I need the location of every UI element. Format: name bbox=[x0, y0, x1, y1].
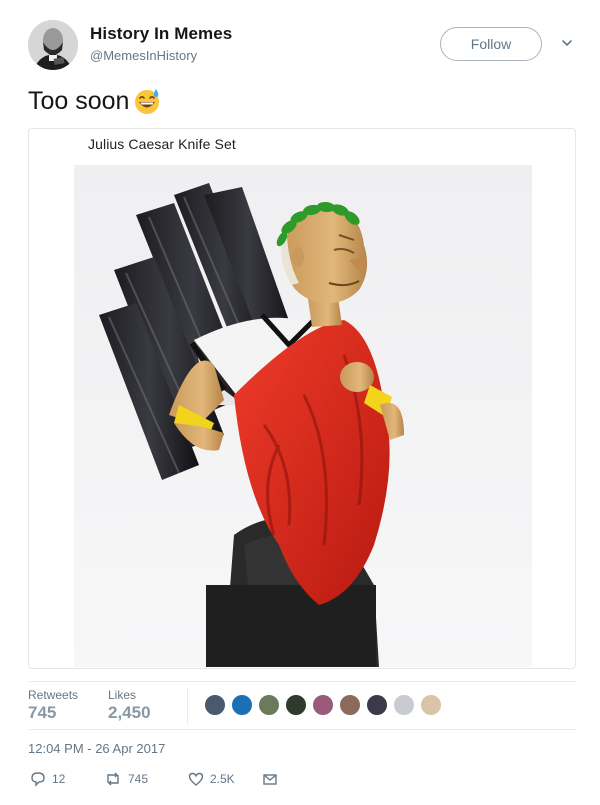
direct-message-button[interactable] bbox=[262, 771, 278, 787]
tweet-text-content: Too soon bbox=[28, 86, 130, 115]
likes-count[interactable]: 2,450 bbox=[108, 703, 151, 723]
retweet-count: 745 bbox=[128, 772, 149, 786]
caesar-knife-block-figure bbox=[74, 165, 532, 667]
liker-avatar[interactable] bbox=[258, 694, 280, 716]
retweet-button[interactable]: 745 bbox=[104, 771, 148, 787]
author-avatar[interactable] bbox=[28, 20, 78, 70]
stats-separator bbox=[187, 688, 188, 724]
liker-avatar[interactable] bbox=[285, 694, 307, 716]
liker-avatar[interactable] bbox=[420, 694, 442, 716]
lincoln-portrait-icon bbox=[28, 20, 78, 70]
author-name[interactable]: History In Memes bbox=[90, 24, 232, 44]
liker-avatar[interactable] bbox=[339, 694, 361, 716]
retweet-icon bbox=[107, 772, 119, 786]
author-handle[interactable]: @MemesInHistory bbox=[90, 48, 197, 63]
chevron-down-icon[interactable] bbox=[560, 36, 574, 50]
like-button[interactable]: 2.5K bbox=[188, 771, 235, 787]
liker-avatars bbox=[204, 694, 447, 718]
likes-label[interactable]: Likes bbox=[108, 688, 136, 702]
media-caption: Julius Caesar Knife Set bbox=[88, 136, 236, 152]
tweet-text: Too soon bbox=[28, 86, 162, 116]
liker-avatar[interactable] bbox=[366, 694, 388, 716]
reply-icon bbox=[31, 772, 45, 787]
tweet-timestamp[interactable]: 12:04 PM - 26 Apr 2017 bbox=[28, 741, 165, 756]
like-count: 2.5K bbox=[210, 772, 235, 786]
divider-top bbox=[28, 681, 576, 682]
liker-avatar[interactable] bbox=[204, 694, 226, 716]
media-image[interactable] bbox=[74, 165, 532, 667]
liker-avatar[interactable] bbox=[312, 694, 334, 716]
follow-button[interactable]: Follow bbox=[440, 27, 542, 61]
heart-icon bbox=[188, 772, 204, 786]
grinning-face-with-sweat-icon bbox=[135, 89, 160, 114]
retweets-count[interactable]: 745 bbox=[28, 703, 56, 723]
liker-avatar[interactable] bbox=[231, 694, 253, 716]
tweet: History In Memes @MemesInHistory Follow … bbox=[0, 0, 600, 805]
reply-button[interactable]: 12 bbox=[30, 771, 65, 787]
liker-avatar[interactable] bbox=[393, 694, 415, 716]
divider-bottom bbox=[28, 729, 576, 730]
reply-count: 12 bbox=[52, 772, 66, 786]
retweets-label[interactable]: Retweets bbox=[28, 688, 78, 702]
envelope-icon bbox=[263, 774, 277, 785]
